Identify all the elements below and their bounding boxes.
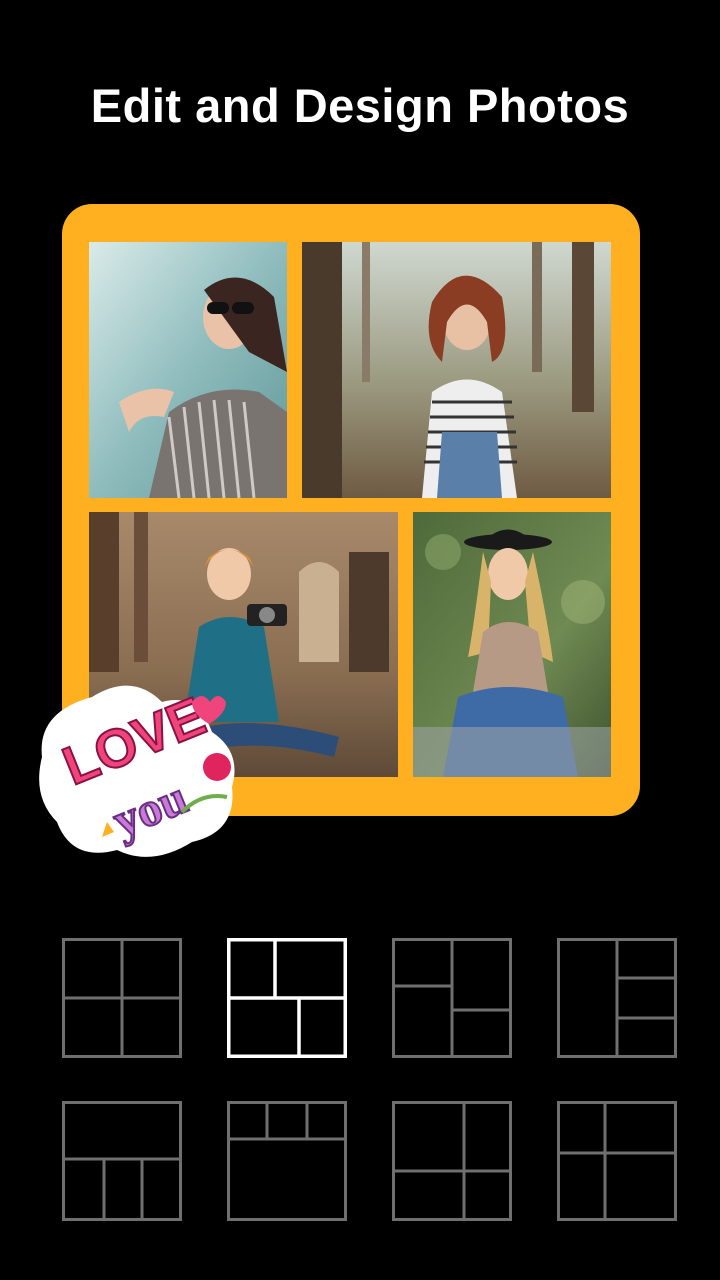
page-title: Edit and Design Photos [90, 79, 630, 132]
layout-option-left-tall[interactable] [392, 938, 512, 1058]
layout-option-top-wide-bottom-three[interactable] [62, 1101, 182, 1221]
collage-photo-4[interactable] [413, 512, 611, 777]
layout-option-grid-2x2[interactable] [62, 938, 182, 1058]
layout-picker [62, 938, 678, 1223]
layout-option-left-two-right-two[interactable] [557, 1101, 677, 1221]
layout-option-left-column-three[interactable] [557, 938, 677, 1058]
collage-photo-1[interactable] [89, 242, 287, 498]
layout-option-top-three-bottom-wide[interactable] [227, 1101, 347, 1221]
collage-photo-2[interactable] [302, 242, 611, 498]
layout-option-offset-grid[interactable] [392, 1101, 512, 1221]
layout-option-selected[interactable] [227, 938, 347, 1058]
love-you-sticker[interactable]: LOVE you [32, 672, 247, 867]
